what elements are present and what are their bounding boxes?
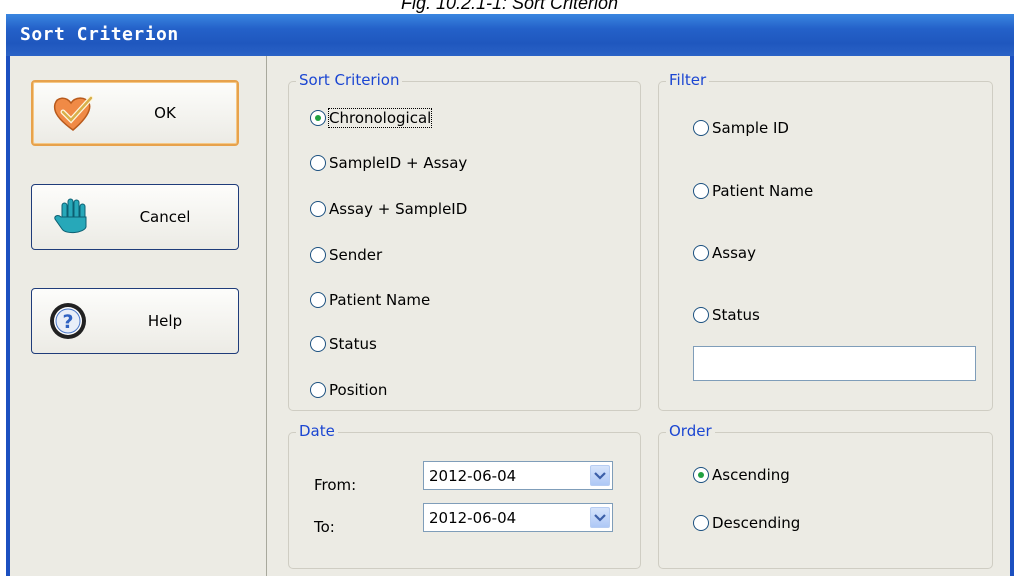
radio-position[interactable]: Position (310, 381, 387, 399)
radio-sampleid-assay[interactable]: SampleID + Assay (310, 154, 467, 172)
radio-button[interactable] (693, 245, 709, 261)
filter-radio-assay[interactable]: Assay (693, 244, 756, 262)
radio-button[interactable] (693, 307, 709, 323)
radio-status[interactable]: Status (310, 335, 377, 353)
filter-text-input[interactable] (693, 346, 976, 381)
radio-label: Chronological (327, 108, 433, 128)
from-label: From: (314, 476, 357, 494)
radio-chronological[interactable]: Chronological (310, 108, 433, 128)
radio-label: Position (329, 381, 388, 399)
window-frame-right (1010, 56, 1014, 576)
hand-stop-icon (50, 197, 94, 237)
ok-button[interactable]: OK (31, 80, 239, 146)
sort-criterion-group: Sort Criterion Chronological SampleID + … (288, 71, 641, 411)
sort-criterion-legend: Sort Criterion (296, 71, 403, 89)
radio-label: Status (712, 306, 760, 324)
question-icon: ? (46, 301, 90, 341)
chevron-down-icon[interactable] (590, 465, 610, 486)
radio-label: Ascending (712, 466, 790, 484)
order-radio-ascending[interactable]: Ascending (693, 466, 790, 484)
order-radio-descending[interactable]: Descending (693, 514, 800, 532)
to-date-picker[interactable]: 2012-06-04 (423, 503, 613, 532)
dialog-client-area: OK Cancel ? Help Sort Criterion Chronolo… (10, 56, 1010, 576)
radio-button[interactable] (310, 382, 326, 398)
window-title: Sort Criterion (20, 24, 179, 45)
from-date-value: 2012-06-04 (429, 466, 517, 485)
radio-button[interactable] (693, 183, 709, 199)
radio-label: Sender (329, 246, 383, 264)
radio-button[interactable] (310, 292, 326, 308)
radio-button[interactable] (310, 201, 326, 217)
radio-assay-sampleid[interactable]: Assay + SampleID (310, 200, 467, 218)
radio-patient-name[interactable]: Patient Name (310, 291, 430, 309)
chevron-down-icon[interactable] (590, 507, 610, 528)
radio-label: Assay + SampleID (329, 200, 468, 218)
radio-button-checked[interactable] (693, 467, 709, 483)
check-heart-icon (51, 94, 95, 134)
to-label: To: (314, 518, 335, 536)
radio-button[interactable] (310, 336, 326, 352)
radio-label: Patient Name (712, 182, 814, 200)
filter-radio-status[interactable]: Status (693, 306, 760, 324)
order-group: Order Ascending Descending (658, 422, 993, 569)
help-button[interactable]: ? Help (31, 288, 239, 354)
radio-button[interactable] (693, 120, 709, 136)
ok-button-label: OK (154, 104, 176, 122)
button-panel: OK Cancel ? Help (10, 56, 267, 576)
figure-caption: Fig. 10.2.1-1: Sort Criterion (400, 0, 619, 13)
radio-button[interactable] (693, 515, 709, 531)
radio-label: Assay (712, 244, 756, 262)
radio-button[interactable] (310, 155, 326, 171)
radio-sender[interactable]: Sender (310, 246, 382, 264)
from-date-picker[interactable]: 2012-06-04 (423, 461, 613, 490)
date-group: Date From: 2012-06-04 To: 2012-06-04 (288, 422, 641, 569)
radio-button[interactable] (310, 247, 326, 263)
filter-legend: Filter (666, 71, 710, 89)
radio-label: Descending (712, 514, 801, 532)
radio-button-checked[interactable] (310, 110, 326, 126)
cancel-button[interactable]: Cancel (31, 184, 239, 250)
help-button-label: Help (147, 312, 183, 330)
date-legend: Date (296, 422, 338, 440)
order-legend: Order (666, 422, 715, 440)
filter-radio-sample-id[interactable]: Sample ID (693, 119, 789, 137)
radio-label: Status (329, 335, 377, 353)
filter-group: Filter Sample ID Patient Name Assay Stat… (658, 71, 993, 411)
cancel-button-label: Cancel (139, 208, 191, 226)
sort-criterion-dialog: Sort Criterion OK Cancel ? Help Sort Cri… (6, 14, 1014, 576)
radio-label: Sample ID (712, 119, 789, 137)
svg-text:?: ? (62, 311, 73, 333)
radio-label: SampleID + Assay (329, 154, 468, 172)
filter-radio-patient-name[interactable]: Patient Name (693, 182, 813, 200)
radio-label: Patient Name (329, 291, 431, 309)
to-date-value: 2012-06-04 (429, 508, 517, 527)
title-bar: Sort Criterion (6, 14, 1014, 56)
